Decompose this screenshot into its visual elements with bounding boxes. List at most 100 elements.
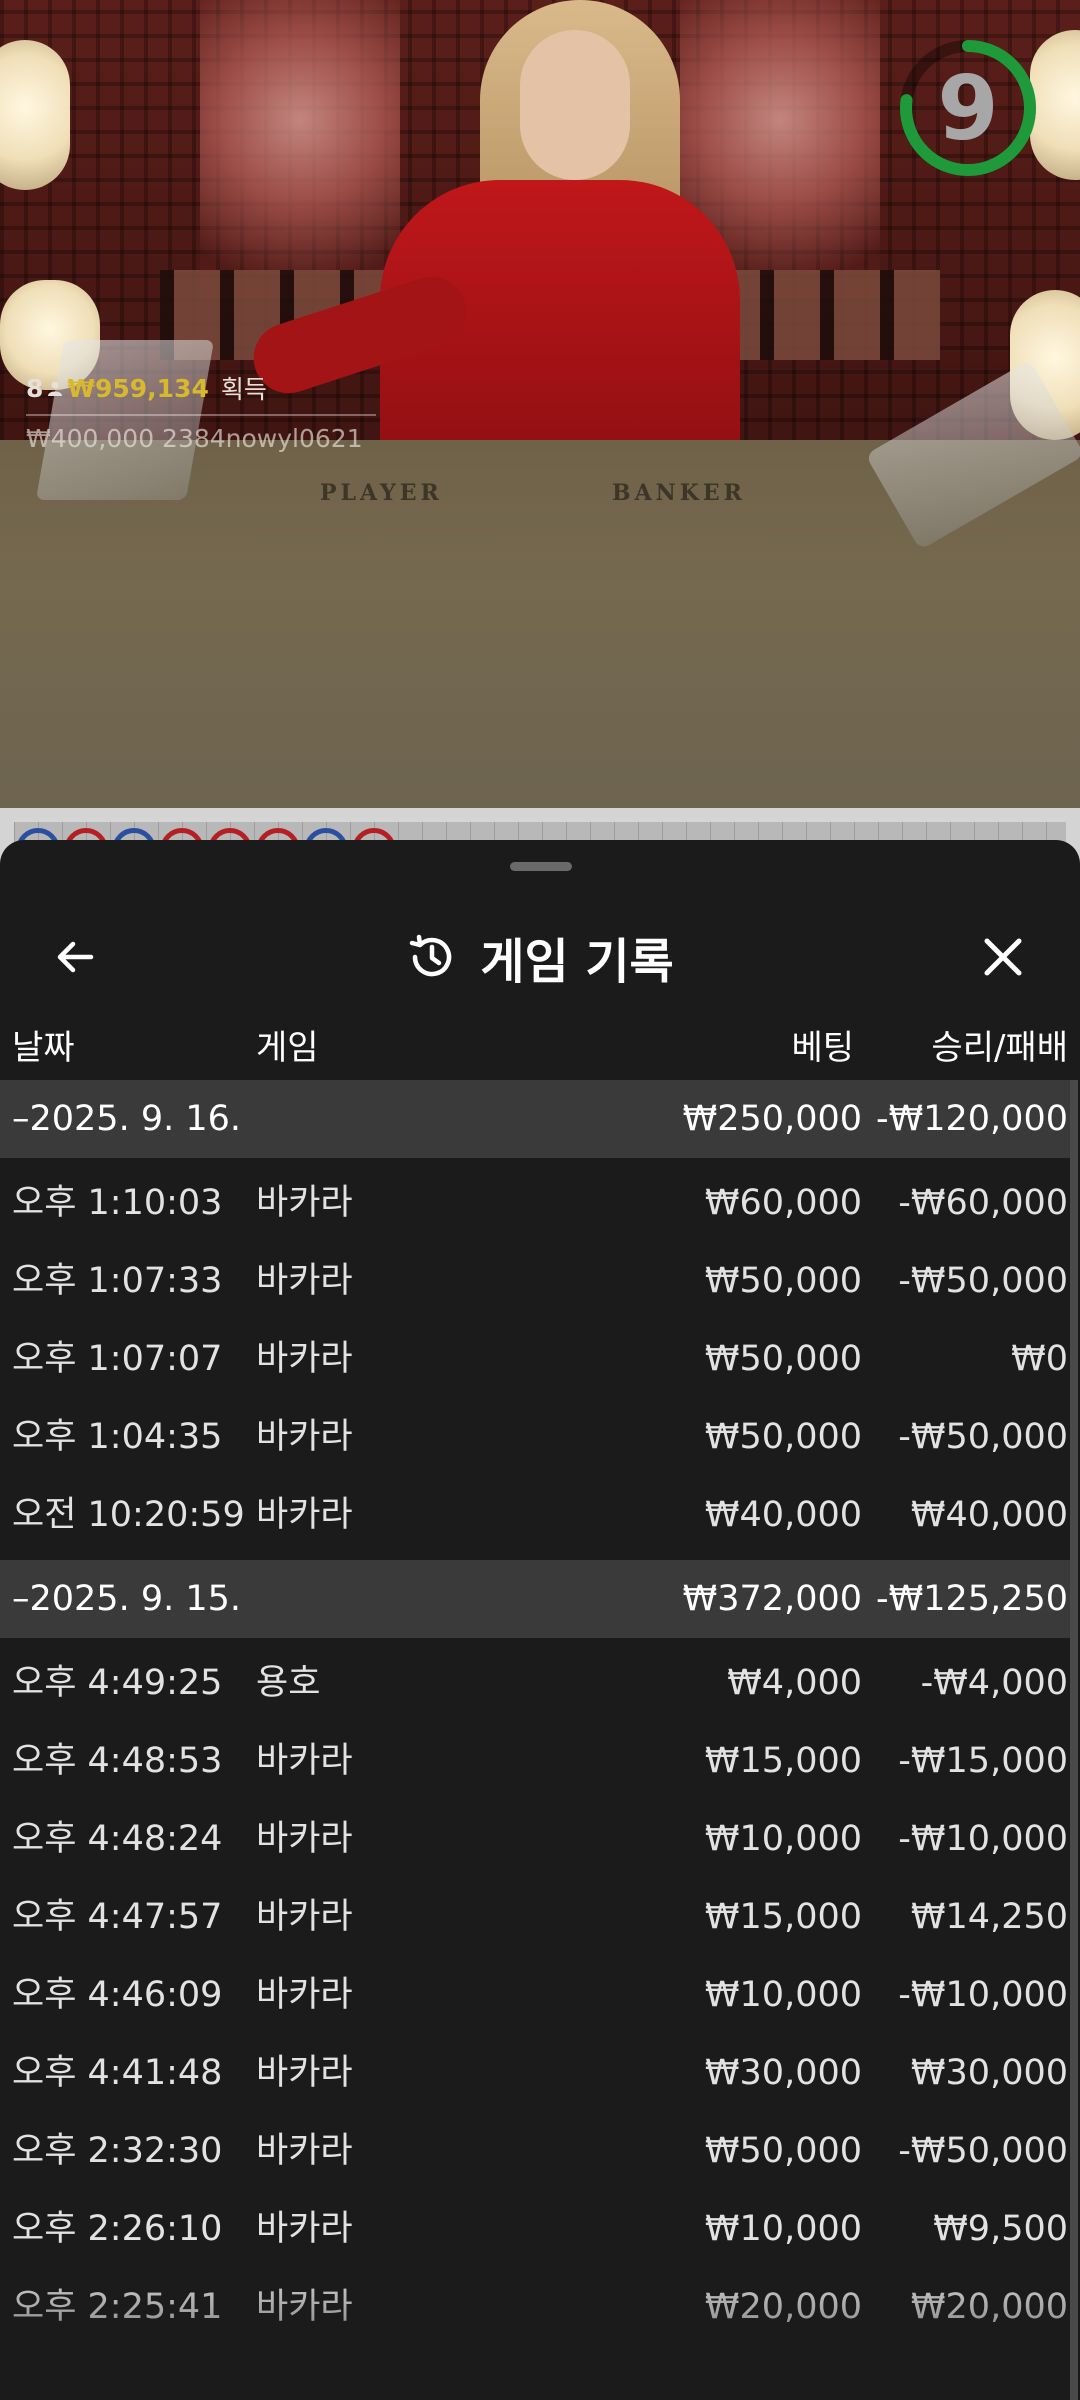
row-bet: ₩4,000 [727, 1663, 862, 1703]
row-time: 오후 2:25:41 [12, 2287, 223, 2327]
countdown-timer: 9 [898, 38, 1038, 178]
cherry-blossom-decor [200, 0, 400, 300]
row-bet: ₩15,000 [704, 1741, 862, 1781]
table-row[interactable]: 오전 10:20:59 바카라 ₩40,000 ₩40,000 [0, 1476, 1070, 1554]
table-row[interactable]: 오후 1:07:33 바카라 ₩50,000 -₩50,000 [0, 1242, 1070, 1320]
row-time: 오후 1:07:33 [12, 1261, 223, 1301]
winner-suffix: 획득 [220, 375, 267, 404]
row-result: -₩10,000 [898, 1819, 1068, 1859]
row-bet: ₩10,000 [704, 1975, 862, 2015]
row-game: 바카라 [256, 2287, 353, 2327]
row-result: ₩20,000 [910, 2287, 1068, 2327]
scrollbar[interactable] [1070, 1080, 1078, 2400]
row-bet: ₩50,000 [704, 2131, 862, 2171]
winner-notice: 8 ₩959,134 획득 [26, 370, 267, 406]
row-bet: ₩50,000 [704, 1417, 862, 1457]
row-game: 바카라 [256, 1741, 353, 1781]
row-time: 오후 2:26:10 [12, 2209, 223, 2249]
winner-amount: ₩959,134 [67, 373, 209, 403]
person-icon [48, 381, 63, 396]
table-row[interactable]: 오후 4:48:53 바카라 ₩15,000 -₩15,000 [0, 1722, 1070, 1800]
row-time: 오후 1:10:03 [12, 1183, 223, 1223]
row-bet: ₩40,000 [704, 1495, 862, 1535]
table-row[interactable]: 오후 1:07:07 바카라 ₩50,000 ₩0 [0, 1320, 1070, 1398]
history-icon [410, 934, 452, 977]
row-game: 바카라 [256, 1897, 353, 1937]
row-result: -₩10,000 [898, 1975, 1068, 2015]
row-result: -₩15,000 [898, 1741, 1068, 1781]
group-result-total: -₩125,250 [876, 1579, 1068, 1619]
column-header-date: 날짜 [12, 1028, 75, 1068]
table-row[interactable]: 오후 4:41:48 바카라 ₩30,000 ₩30,000 [0, 2034, 1070, 2112]
table-row[interactable]: 오후 2:25:41 바카라 ₩20,000 ₩20,000 [0, 2268, 1070, 2346]
table-row[interactable]: 오후 4:49:25 용호 ₩4,000 -₩4,000 [0, 1644, 1070, 1722]
sheet-title-group: 게임 기록 [0, 924, 1080, 990]
back-button[interactable] [42, 924, 108, 990]
row-time: 오후 4:46:09 [12, 1975, 223, 2015]
row-bet: ₩10,000 [704, 2209, 862, 2249]
sheet-title: 게임 기록 [480, 934, 674, 990]
game-history-sheet: 게임 기록 날짜 게임 베팅 승리/패배 –2025. 9. 16. ₩250,… [0, 840, 1080, 2400]
row-result: -₩50,000 [898, 1261, 1068, 1301]
table-label-player: PLAYER [320, 480, 443, 506]
dealer-face [520, 30, 630, 180]
date-group-row[interactable]: –2025. 9. 16. ₩250,000 -₩120,000 [0, 1080, 1070, 1158]
row-result: ₩14,250 [910, 1897, 1068, 1937]
row-time: 오전 10:20:59 [12, 1495, 245, 1535]
group-bet-total: ₩372,000 [682, 1579, 862, 1619]
row-bet: ₩10,000 [704, 1819, 862, 1859]
row-game: 바카라 [256, 2053, 353, 2093]
row-game: 바카라 [256, 1417, 353, 1457]
column-header-bet: 베팅 [791, 1028, 854, 1068]
close-button[interactable] [970, 924, 1036, 990]
row-bet: ₩60,000 [704, 1183, 862, 1223]
divider [26, 414, 376, 416]
close-icon [984, 938, 1022, 976]
lantern-decor [0, 40, 70, 190]
table-row[interactable]: 오후 4:48:24 바카라 ₩10,000 -₩10,000 [0, 1800, 1070, 1878]
row-game: 바카라 [256, 1339, 353, 1379]
row-game: 용호 [256, 1663, 321, 1703]
table-row[interactable]: 오후 1:04:35 바카라 ₩50,000 -₩50,000 [0, 1398, 1070, 1476]
table-row[interactable]: 오후 2:32:30 바카라 ₩50,000 -₩50,000 [0, 2112, 1070, 2190]
row-time: 오후 4:48:53 [12, 1741, 223, 1781]
row-time: 오후 2:32:30 [12, 2131, 223, 2171]
table-row[interactable]: 오후 4:47:57 바카라 ₩15,000 ₩14,250 [0, 1878, 1070, 1956]
row-result: ₩0 [1011, 1339, 1068, 1379]
table-label-banker: BANKER [612, 480, 746, 506]
row-time: 오후 1:07:07 [12, 1339, 223, 1379]
column-header-result: 승리/패배 [931, 1028, 1068, 1068]
row-result: -₩4,000 [920, 1663, 1068, 1703]
row-result: -₩60,000 [898, 1183, 1068, 1223]
row-game: 바카라 [256, 2131, 353, 2171]
sheet-drag-handle[interactable] [510, 862, 572, 871]
group-date: –2025. 9. 15. [12, 1579, 242, 1619]
row-time: 오후 4:49:25 [12, 1663, 223, 1703]
date-group-row[interactable]: –2025. 9. 15. ₩372,000 -₩125,250 [0, 1560, 1070, 1638]
row-result: -₩50,000 [898, 2131, 1068, 2171]
row-time: 오후 4:41:48 [12, 2053, 223, 2093]
table-row[interactable]: 오후 1:10:03 바카라 ₩60,000 -₩60,000 [0, 1164, 1070, 1242]
table-row[interactable]: 오후 2:26:10 바카라 ₩10,000 ₩9,500 [0, 2190, 1070, 2268]
live-video: PLAYER BANKER 8 ₩959,134 획득 ₩400,000 238… [0, 0, 1080, 808]
row-result: ₩30,000 [910, 2053, 1068, 2093]
column-header-game: 게임 [256, 1028, 319, 1068]
row-game: 바카라 [256, 1183, 353, 1223]
row-game: 바카라 [256, 1975, 353, 2015]
row-time: 오후 1:04:35 [12, 1417, 223, 1457]
winner-count: 8 [26, 373, 44, 403]
row-result: ₩40,000 [910, 1495, 1068, 1535]
row-bet: ₩30,000 [704, 2053, 862, 2093]
arrow-left-icon [57, 941, 94, 973]
row-game: 바카라 [256, 2209, 353, 2249]
table-row[interactable]: 오후 4:46:09 바카라 ₩10,000 -₩10,000 [0, 1956, 1070, 2034]
row-time: 오후 4:48:24 [12, 1819, 223, 1859]
history-table[interactable]: –2025. 9. 16. ₩250,000 -₩120,000 오후 1:10… [0, 1080, 1080, 2400]
row-time: 오후 4:47:57 [12, 1897, 223, 1937]
row-game: 바카라 [256, 1495, 353, 1535]
card-shoe [35, 340, 215, 500]
row-bet: ₩50,000 [704, 1339, 862, 1379]
row-bet: ₩15,000 [704, 1897, 862, 1937]
row-bet: ₩20,000 [704, 2287, 862, 2327]
row-bet: ₩50,000 [704, 1261, 862, 1301]
